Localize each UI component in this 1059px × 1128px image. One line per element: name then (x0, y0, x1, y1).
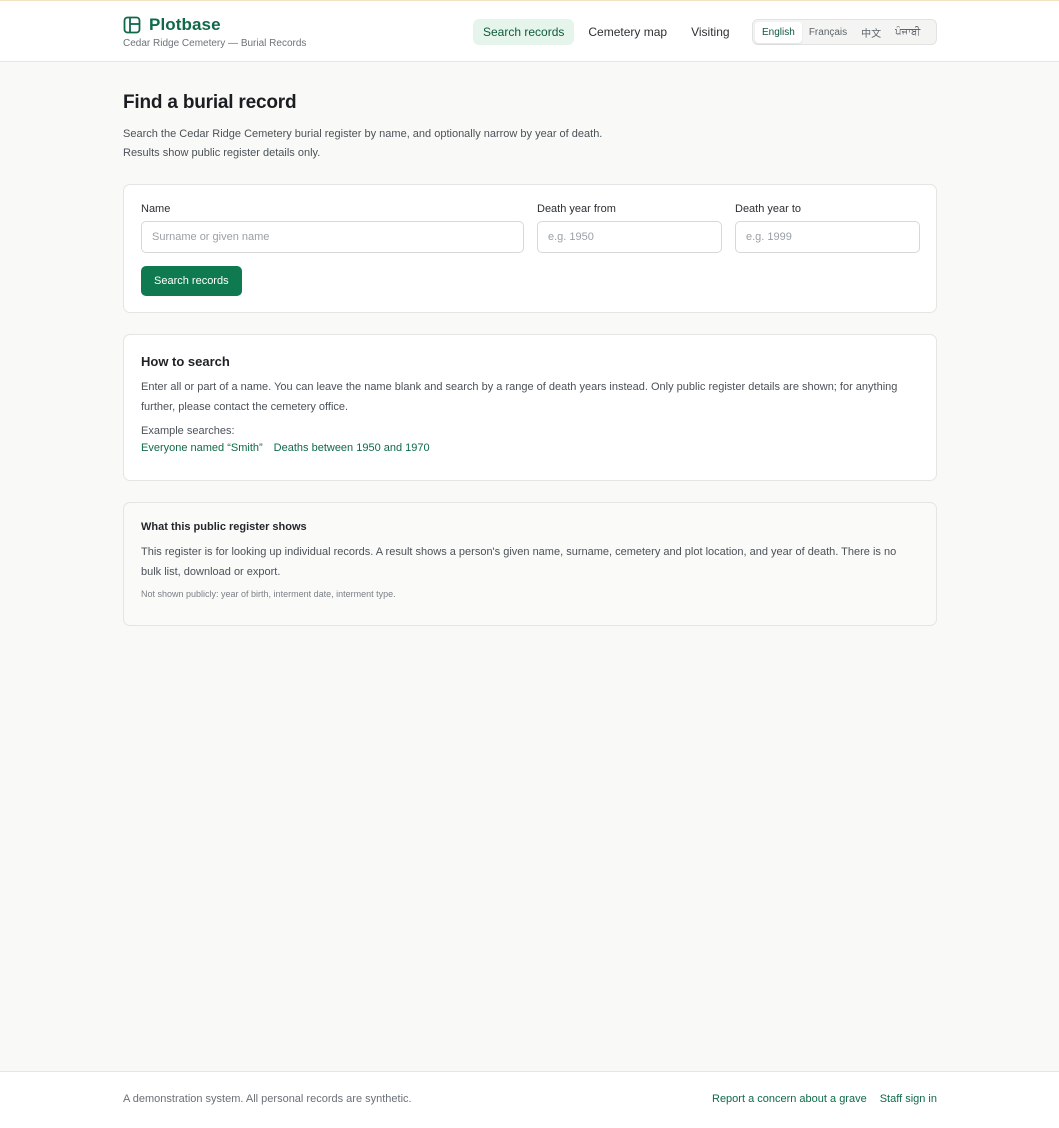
example-search-smith[interactable]: Everyone named “Smith” (141, 442, 263, 454)
how-to-body: Enter all or part of a name. You can lea… (141, 381, 898, 413)
death-year-from-input[interactable] (537, 221, 722, 253)
death-year-from-field: Death year from (537, 203, 722, 253)
examples-label: Example searches: (141, 425, 235, 437)
lang-french[interactable]: Français (802, 22, 854, 43)
brand-subtitle: Cedar Ridge Cemetery — Burial Records (123, 38, 307, 49)
main-content: Find a burial record Search the Cedar Ri… (123, 62, 937, 626)
lang-chinese[interactable]: 中文 (854, 20, 888, 45)
lang-english[interactable]: English (755, 21, 802, 43)
staff-sign-in-link[interactable]: Staff sign in (880, 1093, 937, 1105)
name-field: Name (141, 203, 524, 253)
lang-punjabi[interactable]: ਪੰਜਾਬੀ (888, 22, 927, 43)
how-to-heading: How to search (141, 354, 230, 369)
search-button[interactable]: Search records (141, 266, 242, 296)
page-title: Find a burial record (123, 92, 297, 113)
register-body: This register is for looking up individu… (141, 546, 897, 578)
nav-cemetery-map[interactable]: Cemetery map (578, 19, 677, 45)
death-year-to-field: Death year to (735, 203, 920, 253)
name-label: Name (141, 203, 171, 215)
death-year-from-label: Death year from (537, 203, 616, 215)
site-footer: A demonstration system. All personal rec… (0, 1071, 1059, 1128)
nav-visiting[interactable]: Visiting (681, 19, 739, 45)
language-switcher: English Français 中文 ਪੰਜਾਬੀ (752, 19, 937, 45)
register-info-card: What this public register shows This reg… (123, 502, 937, 626)
brand-name: Plotbase (149, 15, 221, 34)
intro-line-1: Search the Cedar Ridge Cemetery burial r… (123, 128, 603, 140)
register-heading: What this public register shows (141, 521, 307, 533)
intro-line-2: Results show public register details onl… (123, 147, 321, 159)
example-search-1950-1970[interactable]: Deaths between 1950 and 1970 (274, 442, 430, 454)
how-to-search-card: How to search Enter all or part of a nam… (123, 334, 937, 481)
death-year-to-label: Death year to (735, 203, 802, 215)
book-map-icon (123, 16, 141, 34)
page-intro: Search the Cedar Ridge Cemetery burial r… (123, 125, 937, 163)
brand[interactable]: Plotbase Cedar Ridge Cemetery — Burial R… (123, 15, 306, 49)
footer-links: Report a concern about a grave Staff sig… (699, 1093, 937, 1105)
register-note: Not shown publicly: year of birth, inter… (141, 589, 396, 599)
footer-note: A demonstration system. All personal rec… (123, 1093, 412, 1105)
main-nav: Search records Cemetery map Visiting (473, 19, 744, 45)
example-searches: Everyone named “Smith” Deaths between 19… (141, 442, 919, 454)
site-header: Plotbase Cedar Ridge Cemetery — Burial R… (0, 1, 1059, 62)
search-form: Name Death year from Death year to Searc… (123, 184, 937, 313)
nav-search-records[interactable]: Search records (473, 19, 575, 45)
report-concern-link[interactable]: Report a concern about a grave (712, 1093, 867, 1105)
death-year-to-input[interactable] (735, 221, 920, 253)
name-input[interactable] (141, 221, 524, 253)
